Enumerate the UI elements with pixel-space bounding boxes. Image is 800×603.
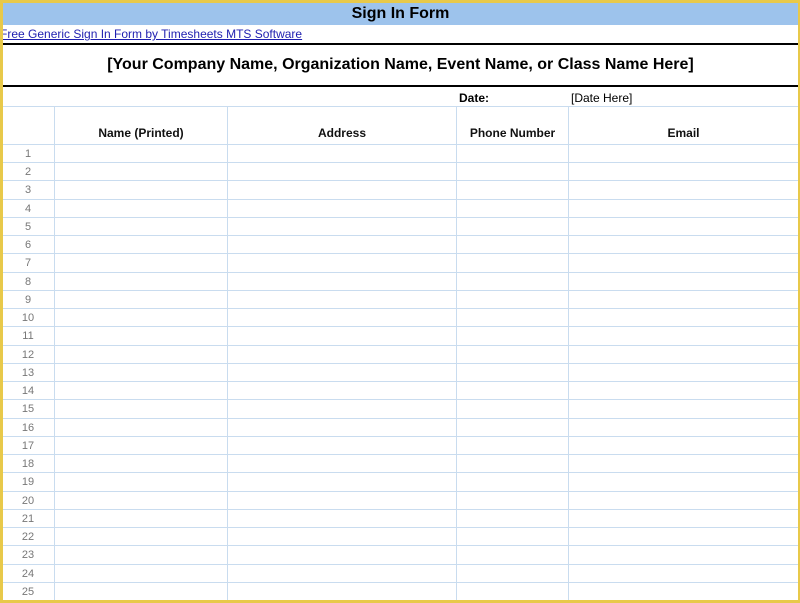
- column-header-phone: Phone Number: [469, 126, 556, 140]
- row-number: 13: [21, 367, 35, 379]
- row-number: 11: [22, 330, 34, 342]
- row-number: 1: [24, 148, 32, 160]
- row-number: 18: [21, 458, 35, 470]
- row-number: 20: [21, 495, 35, 507]
- row-number: 25: [21, 586, 35, 598]
- row-number: 24: [21, 568, 35, 580]
- row-number: 17: [21, 440, 35, 452]
- date-label: Date:: [459, 91, 490, 105]
- row-number: 5: [24, 221, 32, 233]
- sign-in-sheet: Sign In Form Free Generic Sign In Form b…: [3, 3, 798, 600]
- row-number: 8: [24, 276, 32, 288]
- row-number: 10: [21, 312, 35, 324]
- row-number: 16: [21, 422, 35, 434]
- row-number: 22: [21, 531, 35, 543]
- row-number: 15: [21, 403, 35, 415]
- date-field[interactable]: [Date Here]: [571, 91, 632, 105]
- column-header-address: Address: [317, 126, 367, 140]
- row-number: 14: [21, 385, 35, 397]
- row-number: 12: [21, 349, 35, 361]
- row-number: 19: [21, 476, 35, 488]
- timesheets-link[interactable]: Free Generic Sign In Form by Timesheets …: [3, 26, 302, 42]
- form-title: Sign In Form: [3, 3, 798, 25]
- sign-in-table: Name (Printed) Address Phone Number Emai…: [3, 106, 798, 600]
- row-number: 4: [24, 203, 32, 215]
- table-grid-lines: [3, 106, 798, 600]
- row-number: 23: [21, 549, 35, 561]
- company-name-field[interactable]: [Your Company Name, Organization Name, E…: [3, 43, 798, 87]
- row-number: 6: [24, 239, 32, 251]
- row-number: 3: [24, 184, 32, 196]
- row-number: 7: [24, 257, 32, 269]
- column-header-name: Name (Printed): [98, 126, 184, 140]
- row-number: 9: [24, 294, 32, 306]
- row-number: 21: [21, 513, 35, 525]
- column-header-email: Email: [667, 126, 700, 140]
- row-number: 2: [24, 166, 32, 178]
